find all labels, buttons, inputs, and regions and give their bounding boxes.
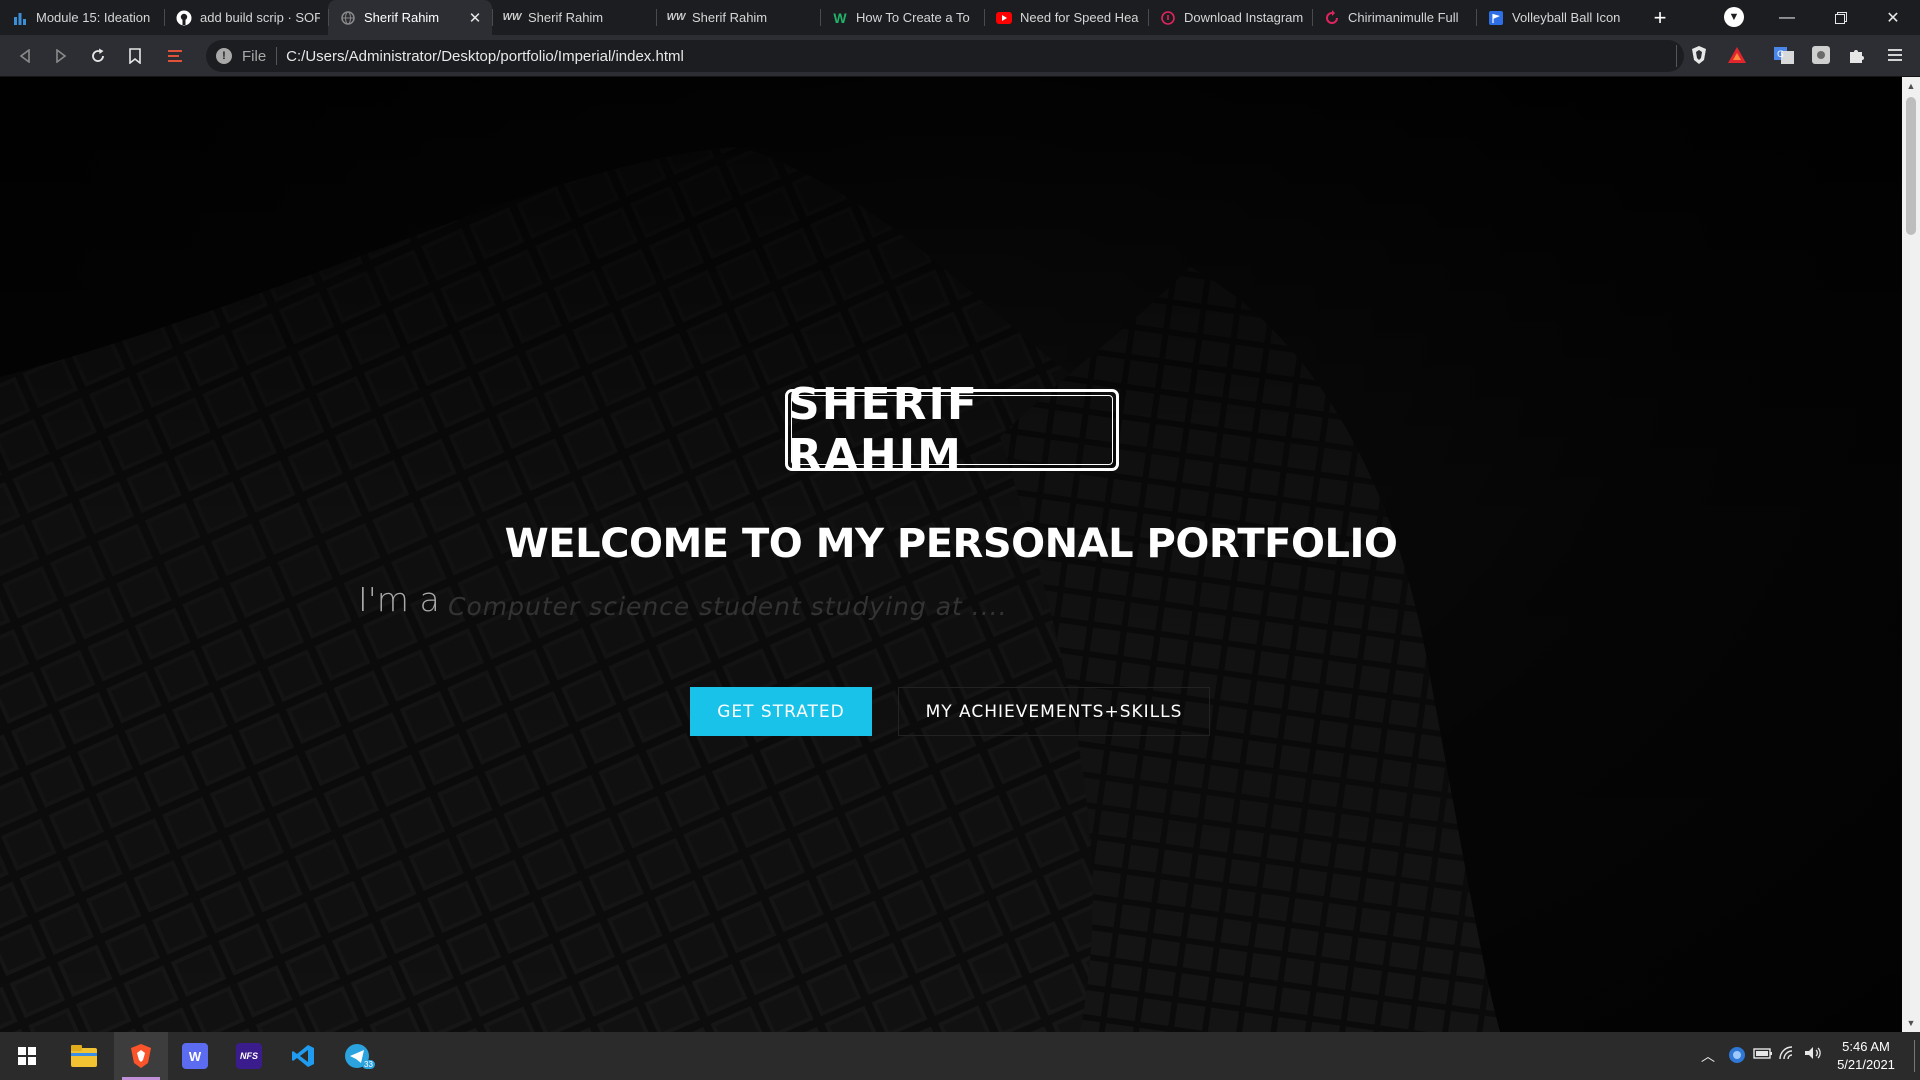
close-tab-icon[interactable]: ✕ [466, 9, 484, 27]
tab-how-to-create[interactable]: W How To Create a To [820, 0, 984, 35]
tab-title: Chirimanimulle Full [1348, 10, 1459, 25]
get-started-button[interactable]: GET STRATED [690, 687, 872, 736]
url-divider [276, 47, 278, 65]
w-logo-icon: W [833, 9, 847, 26]
scroll-up-arrow-icon[interactable]: ▲ [1902, 77, 1920, 95]
scroll-down-arrow-icon[interactable]: ▼ [1902, 1014, 1920, 1032]
tab-title: Sherif Rahim [528, 10, 604, 25]
extensions-puzzle-icon[interactable] [1846, 44, 1868, 66]
minimize-icon[interactable]: — [1760, 0, 1814, 35]
svg-text:G: G [1777, 50, 1784, 60]
brave-rewards-icon[interactable] [1726, 44, 1748, 66]
youtube-icon [996, 10, 1012, 26]
url-scheme-label: File [242, 47, 267, 65]
browser-toolbar: ! File C:/Users/Administrator/Desktop/po… [0, 35, 1920, 77]
download-icon [1160, 10, 1176, 26]
brave-lion-icon [131, 1044, 151, 1068]
toolbar-divider [1676, 45, 1677, 67]
taskbar-vscode[interactable] [276, 1032, 330, 1080]
clock-time: 5:46 AM [1842, 1039, 1890, 1054]
tab-title: Volleyball Ball Icon [1512, 10, 1621, 25]
achievements-skills-button[interactable]: MY ACHIEVEMENTS+SKILLS [898, 687, 1210, 736]
github-icon [176, 10, 192, 26]
tab-github[interactable]: add build scrip · SOF [164, 0, 328, 35]
tab-title: How To Create a To [856, 10, 970, 25]
tab-title: Sherif Rahim [692, 10, 768, 25]
taskbar-brave-browser[interactable] [114, 1032, 168, 1080]
menu-hamburger-icon[interactable] [1884, 44, 1906, 66]
taskbar-telegram[interactable]: 33 [330, 1032, 384, 1080]
tab-sherif-rahim-2[interactable]: WW Sherif Rahim [492, 0, 656, 35]
window-close-icon[interactable]: ✕ [1866, 0, 1920, 35]
taskbar-file-explorer[interactable] [57, 1032, 111, 1080]
signature-logo-icon: WW [666, 12, 686, 23]
translate-extension-icon[interactable]: G [1773, 44, 1795, 66]
tab-title: Need for Speed Hea [1020, 10, 1139, 25]
battery-icon[interactable] [1753, 1046, 1773, 1063]
folder-icon [71, 1045, 97, 1067]
tab-module-15[interactable]: Module 15: Ideation [0, 0, 164, 35]
page-scrollbar[interactable]: ▲ ▼ [1902, 77, 1920, 1032]
address-bar[interactable]: ! File C:/Users/Administrator/Desktop/po… [206, 40, 1684, 72]
w-app-icon: W [182, 1043, 208, 1069]
tray-overflow-chevron-icon[interactable]: ︿ [1701, 1046, 1715, 1066]
hero-headline: WELCOME TO MY PERSONAL PORTFOLIO [504, 521, 1398, 567]
refresh-circle-icon [1324, 9, 1340, 26]
tab-volleyball-icon[interactable]: Volleyball Ball Icon [1476, 0, 1640, 35]
page-viewport: SHERIF RAHIM WELCOME TO MY PERSONAL PORT… [0, 77, 1902, 1032]
back-icon[interactable] [12, 43, 38, 69]
windows-taskbar: W NFS 33 ︿ 5:46 AM 5/21/2021 [0, 1032, 1920, 1080]
site-logo[interactable]: SHERIF RAHIM [785, 379, 1119, 481]
globe-icon [340, 10, 356, 26]
wifi-icon[interactable] [1779, 1046, 1797, 1063]
tab-title: Sherif Rahim [364, 10, 440, 25]
scroll-thumb[interactable] [1906, 97, 1916, 235]
logo-text: SHERIF RAHIM [788, 379, 979, 481]
vscode-icon [292, 1045, 314, 1067]
tab-search-dropdown-icon[interactable]: ▼ [1724, 7, 1744, 27]
tab-need-for-speed[interactable]: Need for Speed Hea [984, 0, 1148, 35]
typed-prefix: I'm a [358, 580, 440, 619]
forward-icon[interactable] [48, 43, 74, 69]
clock-date: 5/21/2021 [1837, 1057, 1895, 1072]
tray-network-app-icon[interactable] [1728, 1046, 1746, 1067]
tab-title: add build scrip · SOF [200, 10, 320, 25]
tab-sherif-rahim-3[interactable]: WW Sherif Rahim [656, 0, 820, 35]
telegram-badge: 33 [362, 1060, 375, 1069]
windows-logo-icon [18, 1047, 36, 1065]
brave-shield-icon[interactable] [1688, 44, 1710, 66]
tab-title: Download Instagram [1184, 10, 1304, 25]
tab-title: Module 15: Ideation [36, 10, 151, 25]
screenshot-extension-icon[interactable] [1810, 44, 1832, 66]
show-desktop-divider[interactable] [1914, 1040, 1915, 1072]
tab-chirimanimulle[interactable]: Chirimanimulle Full [1312, 0, 1476, 35]
tab-strip: Module 15: Ideation add build scrip · SO… [0, 0, 1920, 35]
taskbar-w-app[interactable]: W [168, 1032, 222, 1080]
start-button[interactable] [0, 1032, 54, 1080]
restore-icon[interactable] [1814, 0, 1868, 35]
tab-sherif-rahim-active[interactable]: Sherif Rahim ✕ [328, 0, 492, 35]
reload-icon[interactable] [85, 43, 111, 69]
site-info-icon[interactable]: ! [216, 48, 232, 64]
signature-logo-icon: WW [502, 12, 522, 23]
typed-tagline: I'm a Computer science student studying … [358, 580, 1558, 630]
taskbar-nfs-game[interactable]: NFS [222, 1032, 276, 1080]
taskbar-clock[interactable]: 5:46 AM 5/21/2021 [1820, 1038, 1912, 1074]
url-text[interactable]: C:/Users/Administrator/Desktop/portfolio… [286, 48, 684, 65]
tab-download-instagram[interactable]: Download Instagram [1148, 0, 1312, 35]
nfs-game-icon: NFS [236, 1043, 262, 1069]
bookmark-icon[interactable] [122, 43, 148, 69]
new-tab-button[interactable]: + [1640, 0, 1680, 35]
flag-icon [1488, 10, 1504, 26]
reader-mode-icon[interactable] [162, 43, 188, 69]
chart-bars-icon [12, 10, 28, 26]
typed-text: Computer science student studying at ...… [448, 592, 1008, 621]
